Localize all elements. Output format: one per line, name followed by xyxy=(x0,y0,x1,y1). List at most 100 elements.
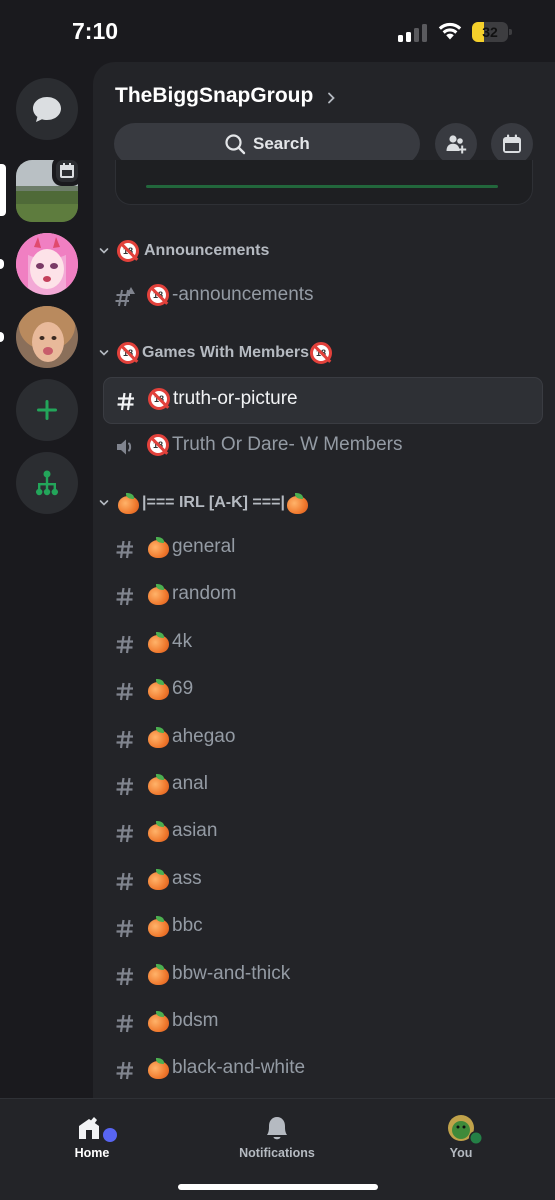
category-label: 18 Games With Members 18 xyxy=(117,342,335,364)
peach-emoji xyxy=(147,868,170,891)
speaker-icon xyxy=(117,439,132,455)
channel-label: bdsm xyxy=(147,1010,218,1032)
search-icon xyxy=(225,134,246,155)
hash-icon xyxy=(116,967,133,985)
hash-icon xyxy=(116,825,133,843)
category-irl-a-k[interactable]: |=== IRL [A-K] ===| xyxy=(99,491,311,515)
channel-label: ahegao xyxy=(147,726,235,748)
chevron-right-icon[interactable] xyxy=(326,92,336,104)
peach-emoji xyxy=(147,631,170,654)
events-button[interactable] xyxy=(491,123,533,165)
channel-label: 18 -announcements xyxy=(147,284,314,306)
peach-emoji xyxy=(147,774,170,796)
direct-messages-button[interactable] xyxy=(16,78,78,140)
hash-icon xyxy=(116,588,133,606)
channel-label: 18 Truth Or Dare- W Members xyxy=(147,434,403,456)
unread-indicator xyxy=(0,259,4,269)
hash-icon xyxy=(116,1062,133,1080)
search-bar[interactable]: Search xyxy=(114,123,420,165)
channel-4k[interactable]: 4k xyxy=(103,621,543,668)
server-2-button[interactable] xyxy=(16,233,78,295)
bell-icon xyxy=(267,1117,287,1140)
cellular-signal-icon xyxy=(398,24,428,42)
chat-bubble-icon xyxy=(33,97,61,122)
no-under-18-emoji: 18 xyxy=(147,434,169,456)
selected-server-indicator xyxy=(0,164,6,216)
peach-emoji xyxy=(147,963,170,986)
add-member-icon xyxy=(446,135,467,154)
server-3-button[interactable] xyxy=(16,306,78,368)
calendar-icon xyxy=(60,163,74,178)
channel-panel: TheBiggSnapGroup Search 18 Announcements… xyxy=(93,62,555,1098)
no-under-18-emoji: 18 xyxy=(147,284,169,306)
channel-announcements[interactable]: 18 -announcements xyxy=(103,274,543,321)
hash-icon xyxy=(116,730,133,748)
chevron-down-icon xyxy=(99,500,109,506)
category-games-with-members[interactable]: 18 Games With Members 18 xyxy=(99,341,335,365)
channel-anal[interactable]: anal xyxy=(103,763,543,810)
nav-you-label: You xyxy=(449,1146,473,1160)
status-time: 7:10 xyxy=(72,18,119,44)
no-under-18-emoji: 18 xyxy=(117,240,139,262)
discover-button[interactable] xyxy=(16,452,78,514)
no-under-18-emoji: 18 xyxy=(117,342,139,364)
channel-label: black-and-white xyxy=(147,1057,305,1080)
channel-ahegao[interactable]: ahegao xyxy=(103,716,543,763)
battery-icon: 32 xyxy=(472,22,512,42)
hub-icon xyxy=(36,470,58,496)
peach-emoji xyxy=(147,916,170,938)
channel-label: 69 xyxy=(147,678,193,701)
category-announcements[interactable]: 18 Announcements xyxy=(99,239,269,263)
hash-icon xyxy=(116,683,133,701)
channel-69[interactable]: 69 xyxy=(103,668,543,715)
hash-icon xyxy=(116,872,133,890)
channel-bdsm[interactable]: bdsm xyxy=(103,1000,543,1047)
channel-truth-or-picture[interactable]: 18 truth-or-picture xyxy=(103,377,543,424)
channel-general[interactable]: general xyxy=(103,526,543,573)
peach-emoji xyxy=(147,584,170,606)
channel-ass[interactable]: ass xyxy=(103,858,543,905)
channel-bbw-and-thick[interactable]: bbw-and-thick xyxy=(103,953,543,1000)
nav-notifications-label: Notifications xyxy=(239,1146,315,1160)
peach-emoji xyxy=(286,493,309,515)
boost-progress-line xyxy=(146,185,498,188)
hash-icon xyxy=(116,1014,133,1033)
category-label: |=== IRL [A-K] ===| xyxy=(117,492,311,514)
channel-bbc[interactable]: bbc xyxy=(103,905,543,952)
channel-label: 4k xyxy=(147,631,192,653)
channel-label: anal xyxy=(147,773,208,795)
battery-percent: 32 xyxy=(482,24,498,40)
peach-emoji xyxy=(147,537,170,559)
no-under-18-emoji: 18 xyxy=(310,342,333,364)
voice-channel-truth-or-dare[interactable]: 18 Truth Or Dare- W Members xyxy=(103,424,543,471)
nav-notifications[interactable]: Notifications xyxy=(222,1113,332,1163)
hash-icon xyxy=(116,635,133,653)
no-under-18-emoji: 18 xyxy=(148,388,170,410)
add-server-button[interactable] xyxy=(16,379,78,441)
calendar-icon xyxy=(503,134,521,153)
guild-title[interactable]: TheBiggSnapGroup xyxy=(115,84,313,108)
server-boost-card xyxy=(115,160,533,205)
channel-label: ass xyxy=(147,868,202,890)
chevron-down-icon xyxy=(99,248,109,254)
channel-random[interactable]: random xyxy=(103,573,543,620)
plus-icon xyxy=(37,400,57,420)
channel-asian[interactable]: asian xyxy=(103,810,543,857)
server-rail xyxy=(0,62,93,1098)
nav-you[interactable]: You xyxy=(406,1113,516,1163)
peach-emoji xyxy=(147,726,170,749)
channel-label: asian xyxy=(147,820,217,843)
user-avatar-icon xyxy=(448,1115,483,1145)
nav-home[interactable]: Home xyxy=(37,1113,147,1163)
status-bar: 7:10 32 xyxy=(0,0,555,62)
peach-emoji xyxy=(147,1058,170,1080)
peach-emoji xyxy=(147,821,170,843)
channel-black-and-white[interactable]: black-and-white xyxy=(103,1047,543,1094)
invite-members-button[interactable] xyxy=(435,123,477,165)
wifi-icon xyxy=(437,21,463,41)
photo-avatar xyxy=(16,306,78,368)
anime-avatar xyxy=(16,233,78,295)
hash-icon xyxy=(116,920,133,938)
hash-icon xyxy=(116,540,133,559)
category-label: 18 Announcements xyxy=(117,240,269,262)
